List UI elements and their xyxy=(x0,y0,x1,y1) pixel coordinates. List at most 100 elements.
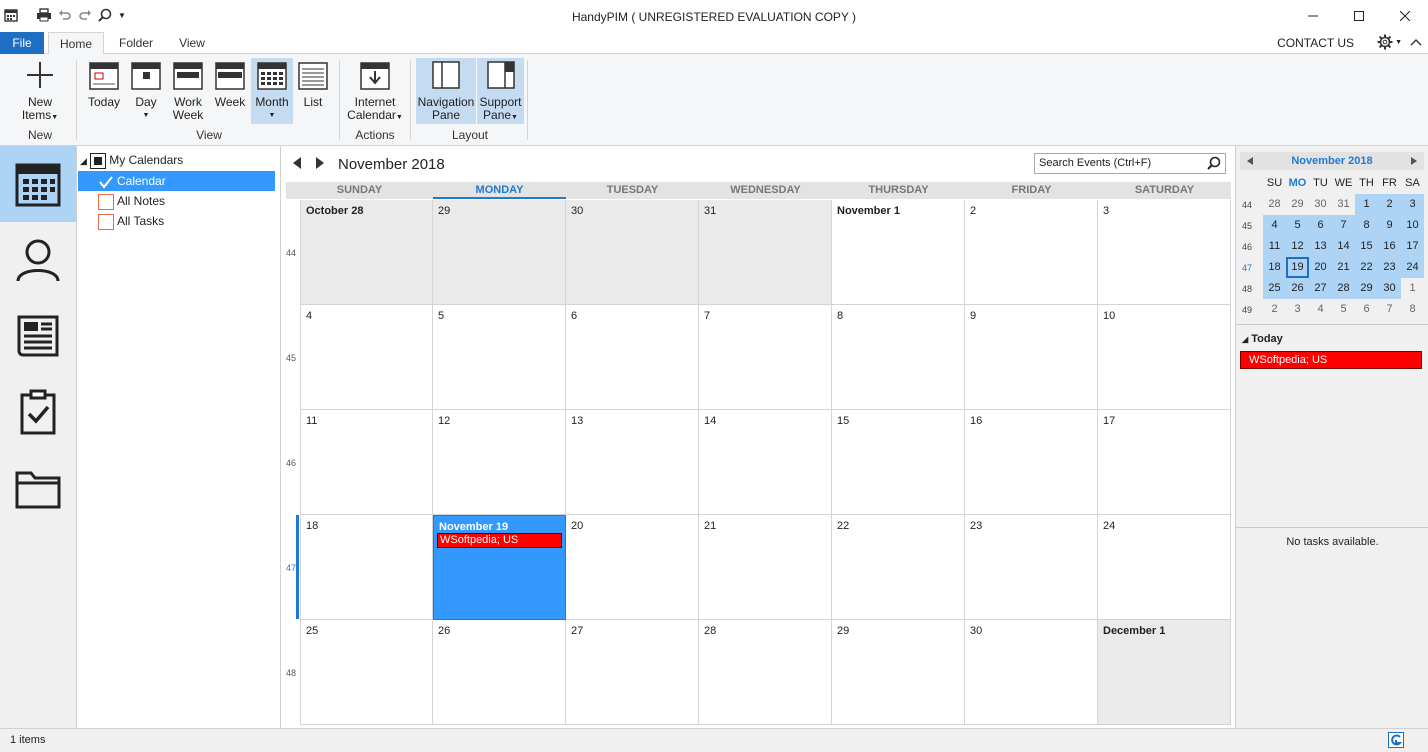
settings-dropdown-icon[interactable]: ▼ xyxy=(1395,39,1402,46)
next-month-icon[interactable] xyxy=(315,156,325,170)
day-button[interactable]: Day ▼ xyxy=(126,58,166,122)
week-number[interactable]: 48 xyxy=(286,668,300,678)
day-cell[interactable]: 7 xyxy=(699,305,832,410)
nav-folders[interactable] xyxy=(0,450,76,526)
new-items-button[interactable]: New Items▼ xyxy=(14,58,66,124)
mini-next-icon[interactable] xyxy=(1410,156,1418,166)
day-cell[interactable]: 14 xyxy=(699,410,832,515)
mini-day[interactable]: 11 xyxy=(1263,236,1286,257)
mini-day[interactable]: 12 xyxy=(1286,236,1309,257)
mini-prev-icon[interactable] xyxy=(1246,156,1254,166)
day-cell[interactable]: 6 xyxy=(566,305,699,410)
tab-folder[interactable]: Folder xyxy=(108,32,164,55)
mini-day[interactable]: 8 xyxy=(1401,299,1424,320)
today-event[interactable]: WSoftpedia; US xyxy=(1240,351,1422,369)
nav-contacts[interactable] xyxy=(0,222,76,298)
mini-week-number[interactable]: 48 xyxy=(1242,284,1258,294)
day-cell[interactable]: 15 xyxy=(832,410,965,515)
mini-week-number[interactable]: 45 xyxy=(1242,221,1258,231)
mini-day[interactable]: 4 xyxy=(1309,299,1332,320)
week-number[interactable]: 46 xyxy=(286,458,300,468)
day-cell[interactable]: 27 xyxy=(566,620,699,725)
mini-day[interactable]: 9 xyxy=(1378,215,1401,236)
today-section-header[interactable]: ◢ Today xyxy=(1242,333,1283,345)
list-button[interactable]: List xyxy=(294,58,332,109)
day-cell[interactable]: 29 xyxy=(433,200,566,305)
mini-day[interactable]: 1 xyxy=(1401,278,1424,299)
mini-day[interactable]: 2 xyxy=(1378,194,1401,215)
day-cell[interactable]: 26 xyxy=(433,620,566,725)
contact-us-link[interactable]: CONTACT US xyxy=(1277,36,1354,50)
gear-icon[interactable] xyxy=(1377,34,1393,50)
day-cell[interactable]: November 1 xyxy=(832,200,965,305)
mini-day[interactable]: 21 xyxy=(1332,257,1355,278)
day-cell[interactable]: 25 xyxy=(300,620,433,725)
mini-day[interactable]: 19 xyxy=(1286,257,1309,278)
tree-item-calendar[interactable]: Calendar xyxy=(78,171,275,191)
day-cell[interactable]: 3 xyxy=(1098,200,1231,305)
day-cell[interactable]: 24 xyxy=(1098,515,1231,620)
mini-day[interactable]: 7 xyxy=(1378,299,1401,320)
today-button[interactable]: Today xyxy=(84,58,124,109)
tree-root[interactable]: ◢ My Calendars xyxy=(80,150,183,170)
tab-file[interactable]: File xyxy=(0,32,44,54)
mini-day[interactable]: 5 xyxy=(1332,299,1355,320)
mini-week-number[interactable]: 49 xyxy=(1242,305,1258,315)
mini-day[interactable]: 31 xyxy=(1332,194,1355,215)
mini-day[interactable]: 10 xyxy=(1401,215,1424,236)
mini-week-number[interactable]: 46 xyxy=(1242,242,1258,252)
day-cell[interactable]: 17 xyxy=(1098,410,1231,515)
day-cell[interactable]: 28 xyxy=(699,620,832,725)
close-button[interactable] xyxy=(1382,0,1428,32)
mini-day[interactable]: 15 xyxy=(1355,236,1378,257)
mini-day[interactable]: 25 xyxy=(1263,278,1286,299)
day-cell[interactable]: 9 xyxy=(965,305,1098,410)
tree-item-all-notes[interactable]: All Notes xyxy=(98,191,165,211)
week-button[interactable]: Week xyxy=(210,58,250,109)
prev-month-icon[interactable] xyxy=(292,156,302,170)
collapse-ribbon-icon[interactable] xyxy=(1410,38,1422,46)
day-cell[interactable]: 16 xyxy=(965,410,1098,515)
navigation-pane-button[interactable]: Navigation Pane xyxy=(416,58,476,124)
mini-day[interactable]: 30 xyxy=(1378,278,1401,299)
calendar-event[interactable]: WSoftpedia; US xyxy=(437,533,562,548)
day-cell[interactable]: 30 xyxy=(566,200,699,305)
mini-day[interactable]: 1 xyxy=(1355,194,1378,215)
day-cell[interactable]: 29 xyxy=(832,620,965,725)
day-cell[interactable]: 10 xyxy=(1098,305,1231,410)
day-cell[interactable]: 5 xyxy=(433,305,566,410)
mini-day[interactable]: 6 xyxy=(1355,299,1378,320)
day-cell[interactable]: 22 xyxy=(832,515,965,620)
day-cell[interactable]: 12 xyxy=(433,410,566,515)
day-cell[interactable]: 4 xyxy=(300,305,433,410)
mini-day[interactable]: 29 xyxy=(1355,278,1378,299)
tree-item-all-tasks[interactable]: All Tasks xyxy=(98,211,164,231)
mini-day[interactable]: 6 xyxy=(1309,215,1332,236)
mini-day[interactable]: 22 xyxy=(1355,257,1378,278)
mini-day[interactable]: 18 xyxy=(1263,257,1286,278)
mini-day[interactable]: 20 xyxy=(1309,257,1332,278)
tasks-checkbox[interactable] xyxy=(98,213,114,230)
mini-day[interactable]: 8 xyxy=(1355,215,1378,236)
week-number[interactable]: 44 xyxy=(286,248,300,258)
day-cell[interactable]: 23 xyxy=(965,515,1098,620)
mini-day[interactable]: 13 xyxy=(1309,236,1332,257)
mini-week-number[interactable]: 47 xyxy=(1242,263,1258,273)
mini-week-number[interactable]: 44 xyxy=(1242,200,1258,210)
collapse-triangle-icon[interactable]: ◢ xyxy=(80,156,87,166)
month-button[interactable]: Month ▼ xyxy=(251,58,293,124)
mini-day[interactable]: 7 xyxy=(1332,215,1355,236)
day-cell[interactable]: 8 xyxy=(832,305,965,410)
minimize-button[interactable] xyxy=(1290,0,1336,32)
tab-view[interactable]: View xyxy=(166,32,218,55)
mini-day[interactable]: 30 xyxy=(1309,194,1332,215)
mini-day[interactable]: 3 xyxy=(1286,299,1309,320)
mini-day[interactable]: 29 xyxy=(1286,194,1309,215)
work-week-button[interactable]: Work Week xyxy=(168,58,208,122)
week-number[interactable]: 45 xyxy=(286,353,300,363)
day-cell[interactable]: 20 xyxy=(566,515,699,620)
mini-day[interactable]: 5 xyxy=(1286,215,1309,236)
mini-day[interactable]: 4 xyxy=(1263,215,1286,236)
tab-home[interactable]: Home xyxy=(48,32,104,55)
day-cell[interactable]: November 19 WSoftpedia; US xyxy=(433,515,566,620)
